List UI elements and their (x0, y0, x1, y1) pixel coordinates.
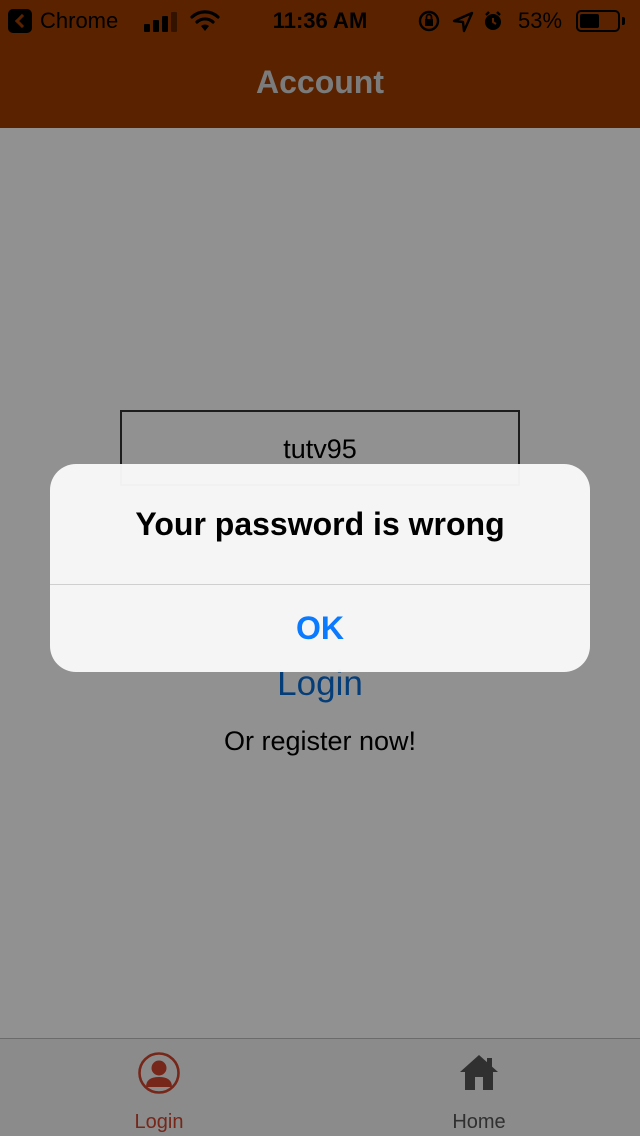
alert-message: Your password is wrong (135, 506, 505, 542)
error-alert-dialog: Your password is wrong OK (50, 464, 590, 672)
alert-ok-button[interactable]: OK (50, 585, 590, 672)
